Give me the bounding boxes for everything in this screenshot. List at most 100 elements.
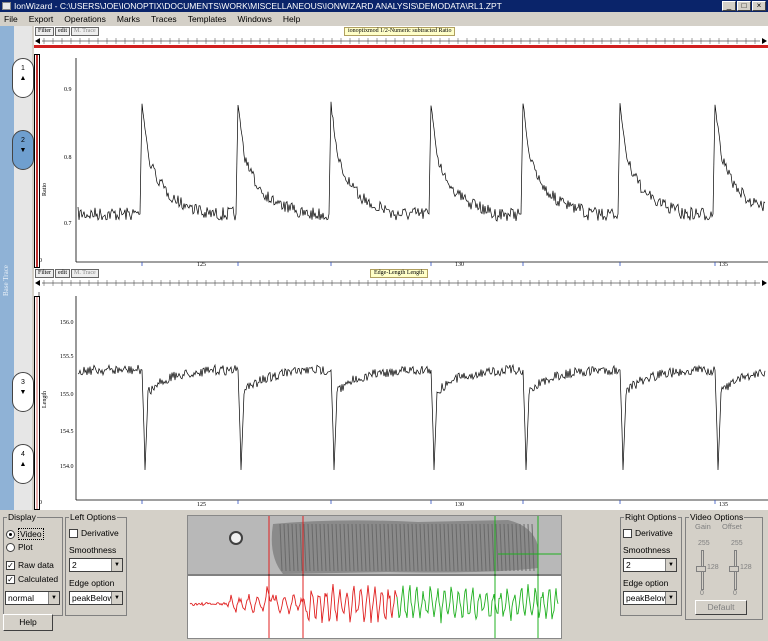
- plot-radio[interactable]: Plot: [6, 542, 33, 552]
- length-plot[interactable]: [34, 292, 768, 504]
- offset-max: 255: [731, 540, 743, 547]
- app-icon: [2, 2, 11, 10]
- offset-label: Offset: [722, 522, 742, 531]
- nav-number: 3: [21, 379, 25, 386]
- close-button[interactable]: ×: [752, 1, 766, 11]
- gain-slider-thumb[interactable]: [696, 566, 706, 572]
- nav-number: 1: [21, 65, 25, 72]
- derivative-label: Derivative: [635, 528, 673, 538]
- menu-help[interactable]: Help: [283, 12, 300, 26]
- ratio-panel: Filter edit M. Trace ionoptixmod 1/2-Num…: [34, 26, 768, 268]
- menu-file[interactable]: File: [4, 12, 18, 26]
- help-button[interactable]: Help: [3, 614, 53, 631]
- ratio-range-slider[interactable]: [34, 54, 40, 268]
- smoothness-label: Smoothness: [69, 545, 117, 555]
- radio-icon: [6, 529, 15, 539]
- plot-label: Plot: [18, 542, 33, 552]
- left-options-title: Left Options: [70, 512, 116, 522]
- video-radio[interactable]: Video: [6, 528, 44, 540]
- length-trace-line: [77, 363, 766, 471]
- nav-up-icon: ▲: [19, 75, 27, 82]
- smoothness-label: Smoothness: [623, 545, 671, 555]
- derivative-label: Derivative: [81, 528, 119, 538]
- edge-option-value: peakBelow: [626, 593, 668, 603]
- ruler-left-arrow-icon: [35, 38, 40, 44]
- calculated-checkbox[interactable]: ✓ Calculated: [6, 574, 58, 584]
- video-frame[interactable]: [188, 516, 561, 638]
- edge-option-label: Edge option: [623, 578, 669, 588]
- video-view[interactable]: [187, 515, 562, 639]
- menu-windows[interactable]: Windows: [237, 12, 271, 26]
- radio-icon: [6, 542, 15, 552]
- ratio-plot[interactable]: [34, 54, 768, 266]
- check-icon: [69, 528, 78, 538]
- chevron-down-icon: ▼: [111, 559, 122, 571]
- right-derivative-checkbox[interactable]: Derivative: [623, 528, 673, 538]
- filter-button[interactable]: Filter: [35, 269, 54, 278]
- nav-up-icon: ▲: [19, 461, 27, 468]
- nav-button-2[interactable]: 2 ▼: [12, 130, 34, 170]
- base-trace-sidebar[interactable]: Base Trace: [0, 26, 14, 510]
- ruler-right-arrow-icon: [762, 280, 767, 286]
- trace-name-badge[interactable]: ionoptixmod 1/2-Numeric subtracted Ratio: [344, 27, 456, 36]
- chevron-down-icon: ▼: [48, 592, 59, 604]
- default-button[interactable]: Default: [695, 600, 747, 615]
- nav-button-3[interactable]: 3 ▼: [12, 372, 34, 412]
- nav-button-4[interactable]: 4 ▲: [12, 444, 34, 484]
- edit-button[interactable]: edit: [55, 27, 70, 36]
- ratio-trace-line: [77, 101, 766, 222]
- left-smoothness-select[interactable]: 2 ▼: [69, 558, 123, 572]
- minimize-button[interactable]: _: [722, 1, 736, 11]
- offset-value: 128: [740, 564, 752, 571]
- offset-slider-thumb[interactable]: [729, 566, 739, 572]
- mtrace-button[interactable]: M. Trace: [71, 27, 99, 36]
- display-title: Display: [8, 512, 36, 522]
- nav-button-1[interactable]: 1 ▲: [12, 58, 34, 98]
- raw-data-label: Raw data: [18, 560, 54, 570]
- menu-export[interactable]: Export: [29, 12, 54, 26]
- length-range-slider[interactable]: [34, 296, 40, 510]
- nav-number: 4: [21, 451, 25, 458]
- mtrace-button[interactable]: M. Trace: [71, 269, 99, 278]
- ruler-right-arrow-icon: [762, 38, 767, 44]
- menu-marks[interactable]: Marks: [117, 12, 140, 26]
- offset-min: 0: [733, 590, 737, 597]
- edge-option-value: peakBelow: [72, 593, 114, 603]
- gain-min: 0: [700, 590, 704, 597]
- right-smoothness-select[interactable]: 2 ▼: [623, 558, 677, 572]
- video-options-title: Video Options: [690, 512, 744, 522]
- edge-option-label: Edge option: [69, 578, 115, 588]
- nav-down-icon: ▼: [19, 147, 27, 154]
- sidebar-label: Base Trace: [2, 265, 10, 296]
- title-bar: IonWizard - C:\USERS\JOE\IONOPTIX\DOCUME…: [0, 0, 768, 12]
- left-derivative-checkbox[interactable]: Derivative: [69, 528, 119, 538]
- trace-name-badge[interactable]: Edge-Length Length: [370, 269, 428, 278]
- time-ruler[interactable]: [34, 37, 768, 45]
- menu-templates[interactable]: Templates: [188, 12, 227, 26]
- display-mode-value: normal: [8, 593, 34, 603]
- right-edge-option-select[interactable]: peakBelow ▼: [623, 591, 677, 605]
- menu-traces[interactable]: Traces: [151, 12, 177, 26]
- raw-data-checkbox[interactable]: ✓ Raw data: [6, 560, 54, 570]
- time-ruler[interactable]: [34, 279, 768, 287]
- display-mode-select[interactable]: normal ▼: [5, 591, 60, 605]
- gain-value: 128: [707, 564, 719, 571]
- ruler-left-arrow-icon: [35, 280, 40, 286]
- right-options-title: Right Options: [625, 512, 677, 522]
- nav-down-icon: ▼: [19, 389, 27, 396]
- video-label: Video: [18, 528, 44, 540]
- particle-icon: [229, 531, 243, 545]
- nav-number: 2: [21, 137, 25, 144]
- edit-button[interactable]: edit: [55, 269, 70, 278]
- window-title: IonWizard - C:\USERS\JOE\IONOPTIX\DOCUME…: [14, 1, 502, 11]
- gain-label: Gain: [695, 522, 711, 531]
- maximize-button[interactable]: □: [737, 1, 751, 11]
- trace-gutter: [14, 26, 32, 510]
- control-panel: Display Video Plot ✓ Raw data ✓ Calculat…: [0, 510, 768, 639]
- check-icon: [623, 528, 632, 538]
- menu-operations[interactable]: Operations: [64, 12, 106, 26]
- smoothness-value: 2: [72, 560, 77, 570]
- left-edge-option-select[interactable]: peakBelow ▼: [69, 591, 123, 605]
- left-edge-profile: [189, 584, 398, 624]
- filter-button[interactable]: Filter: [35, 27, 54, 36]
